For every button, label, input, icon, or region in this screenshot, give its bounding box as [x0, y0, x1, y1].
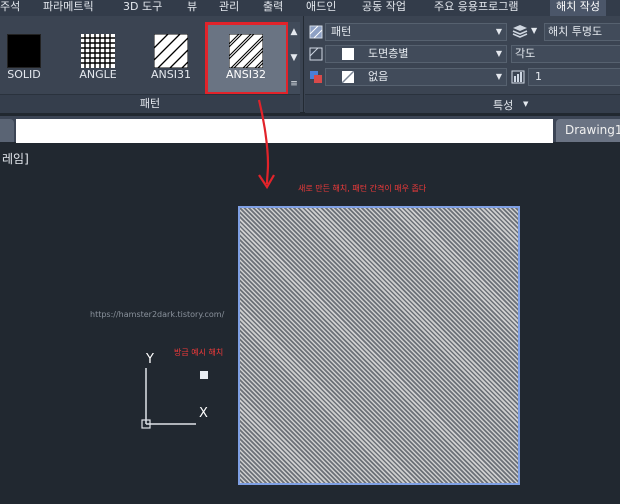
properties-panel-title: 특성 [493, 99, 514, 112]
chevron-down-icon[interactable]: ▼ [531, 26, 537, 35]
pattern-gallery-scroll: ▲ ▼ ≡ [288, 22, 300, 94]
scale-field[interactable]: 1 [528, 68, 620, 86]
grip-square-icon[interactable] [200, 371, 208, 379]
scale-icon [511, 70, 525, 84]
pattern-label-solid: SOLID [7, 68, 41, 81]
scroll-up-icon[interactable]: ▲ [288, 22, 300, 42]
pattern-label-ansi32: ANSI32 [226, 68, 266, 81]
tab-output[interactable]: 출력 [263, 0, 283, 16]
ucs-x-label: X [199, 406, 208, 421]
hatch-type-value: 패턴 [331, 25, 352, 38]
panel-expand-chevron-icon[interactable]: ▼ [523, 100, 528, 108]
panel-divider [303, 16, 304, 112]
properties-panel-footer: 특성 ▼ [305, 94, 620, 113]
hatch-example-annotation: 방금 예시 해치 [174, 348, 224, 357]
background-color-value: 없음 [368, 70, 389, 83]
ribbon-tab-bar: 주석 파라메트릭 3D 도구 뷰 관리 출력 애드인 공동 작업 주요 응용프로… [0, 0, 620, 16]
ansi32-hatch-icon[interactable] [229, 34, 263, 68]
tab-parametric[interactable]: 파라메트릭 [43, 0, 94, 16]
transparency-label: 해치 투명도 [548, 25, 603, 38]
new-hatch-annotation: 새로 만든 해치, 패턴 간격이 매우 좁다 [298, 184, 427, 193]
pattern-label-angle: ANGLE [79, 68, 117, 81]
tab-collaborate[interactable]: 공동 작업 [362, 0, 406, 16]
tab-annotate[interactable]: 주석 [0, 0, 20, 16]
tab-hatch-creation[interactable]: 해치 작성 [550, 0, 606, 16]
chevron-down-icon: ▼ [495, 72, 502, 81]
angle-field[interactable]: 각도 [511, 45, 620, 63]
start-tab[interactable] [0, 119, 14, 142]
scroll-down-icon[interactable]: ▼ [288, 48, 300, 68]
ucs-y-label: Y [146, 352, 154, 367]
chevron-down-icon: ▼ [495, 27, 502, 36]
ansi31-hatch-icon[interactable] [154, 34, 188, 68]
document-tab-drawing1[interactable]: Drawing1* [556, 119, 620, 142]
angle-label: 각도 [515, 47, 536, 60]
hatch-transparency-field[interactable]: 해치 투명도 [544, 23, 620, 41]
angle-grid-icon[interactable] [81, 34, 115, 68]
color-swatch [342, 48, 354, 60]
blog-url-watermark: https://hamster2dark.tistory.com/ [90, 310, 225, 319]
pattern-label-ansi31: ANSI31 [151, 68, 191, 81]
hatch-region[interactable] [238, 206, 520, 485]
ucs-icon [141, 368, 196, 429]
viewport-control-label[interactable]: 레임] [2, 150, 29, 167]
scale-value: 1 [535, 70, 542, 83]
pattern-color-value: 도면층별 [368, 47, 409, 60]
background-color-dropdown[interactable]: 없음 ▼ [325, 68, 507, 86]
pointer-arrow-icon [257, 99, 275, 190]
background-color-icon [310, 71, 322, 83]
tab-view[interactable]: 뷰 [187, 0, 197, 16]
layers-transparency-icon[interactable] [511, 24, 529, 40]
tab-manage[interactable]: 관리 [219, 0, 239, 16]
properties-panel: 패턴 ▼ ▼ 해치 투명도 도면층별 ▼ 각도 없음 ▼ 1 특성 ▼ [305, 16, 620, 113]
solid-fill-icon[interactable] [7, 34, 41, 68]
tab-3d-tools[interactable]: 3D 도구 [123, 0, 162, 16]
tab-addins[interactable]: 애드인 [306, 0, 336, 16]
ribbon-panel: SOLID ANGLE ANSI31 ANSI32 ▲ ▼ ≡ 패턴 패턴 ▼ … [0, 16, 620, 113]
hatch-type-icon [309, 25, 323, 39]
none-color-icon [342, 71, 354, 83]
pattern-color-dropdown[interactable]: 도면층별 ▼ [325, 45, 507, 63]
pattern-color-icon [309, 47, 323, 61]
hatch-type-dropdown[interactable]: 패턴 ▼ [325, 23, 507, 41]
expand-gallery-icon[interactable]: ≡ [288, 74, 300, 94]
tab-featured-apps[interactable]: 주요 응용프로그램 [434, 0, 518, 16]
chevron-down-icon: ▼ [495, 49, 502, 58]
